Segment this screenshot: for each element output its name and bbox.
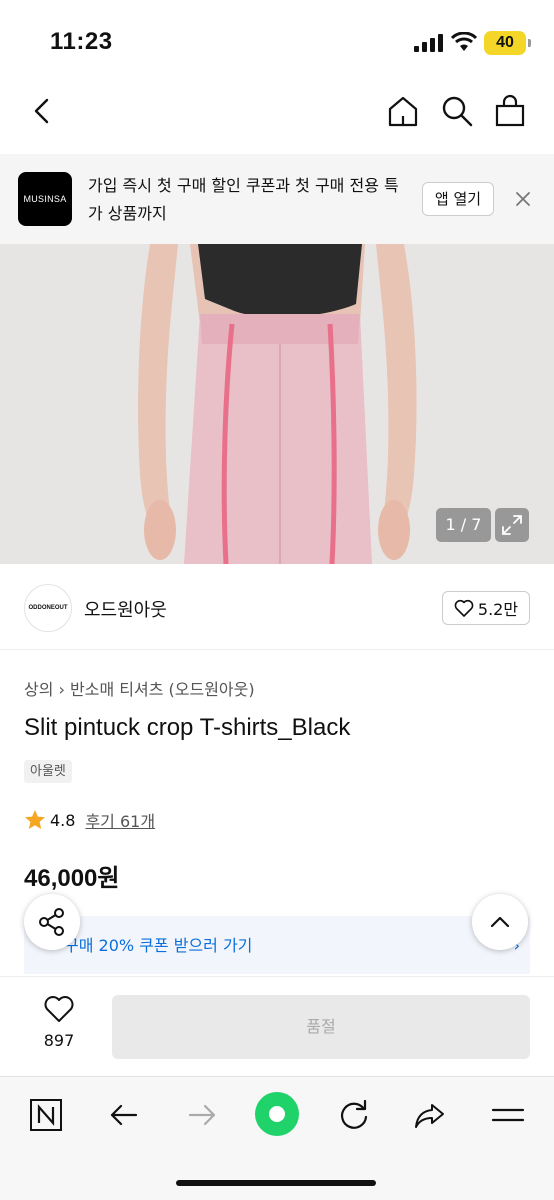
scroll-top-icon[interactable] bbox=[472, 894, 528, 950]
brand-logo[interactable]: ODDONEOUT bbox=[24, 584, 72, 632]
share-icon[interactable] bbox=[24, 894, 80, 950]
coupon-text: 구매 20% 쿠폰 받으러 가기 bbox=[64, 936, 253, 955]
battery-indicator: 40 bbox=[484, 31, 531, 55]
expand-icon[interactable] bbox=[495, 508, 529, 542]
brand-row: ODDONEOUT 오드원아웃 5.2만 bbox=[0, 580, 554, 650]
wishlist-button[interactable]: 897 bbox=[26, 995, 92, 1050]
nav-bar bbox=[0, 76, 554, 146]
banner-message: 가입 즉시 첫 구매 할인 쿠폰과 첫 구매 전용 특가 상품까지 bbox=[88, 176, 399, 223]
rating-row: 4.8 후기 61개 bbox=[24, 808, 155, 832]
back-arrow-icon[interactable] bbox=[106, 1097, 142, 1133]
heart-icon bbox=[454, 599, 474, 617]
menu-icon[interactable] bbox=[490, 1097, 526, 1133]
purchase-bar: 897 품절 bbox=[0, 976, 554, 1076]
shopping-bag-icon[interactable] bbox=[493, 94, 527, 128]
green-dot-icon[interactable] bbox=[254, 1091, 300, 1137]
home-indicator bbox=[176, 1180, 376, 1186]
share-arrow-icon[interactable] bbox=[412, 1097, 448, 1133]
wishlist-count: 897 bbox=[43, 1031, 75, 1050]
heart-icon bbox=[44, 996, 74, 1022]
breadcrumb-subcategory[interactable]: 반소매 티셔츠 (오드원아웃) bbox=[70, 680, 255, 699]
musinsa-logo: MUSINSA bbox=[18, 172, 72, 226]
review-link[interactable]: 후기 61개 bbox=[85, 808, 155, 832]
refresh-icon[interactable] bbox=[336, 1097, 372, 1133]
home-icon[interactable] bbox=[386, 94, 420, 128]
status-bar: 11:23 40 bbox=[0, 0, 554, 76]
app-install-banner: MUSINSA 가입 즉시 첫 구매 할인 쿠폰과 첫 구매 전용 특가 상품까… bbox=[0, 154, 554, 244]
wifi-icon bbox=[451, 32, 477, 51]
back-icon[interactable] bbox=[26, 94, 60, 128]
breadcrumb-category[interactable]: 상의 bbox=[24, 680, 53, 699]
brand-like-button[interactable]: 5.2만 bbox=[442, 591, 530, 625]
signal-icon bbox=[414, 34, 443, 52]
brand-like-count: 5.2만 bbox=[477, 600, 519, 619]
image-counter: 1 / 7 bbox=[436, 508, 491, 542]
status-time: 11:23 bbox=[50, 28, 113, 55]
search-icon[interactable] bbox=[440, 94, 474, 128]
chevron-right-icon: › bbox=[58, 680, 71, 699]
soldout-button[interactable]: 품절 bbox=[112, 995, 530, 1059]
rating-value: 4.8 bbox=[50, 810, 76, 830]
forward-arrow-icon[interactable] bbox=[184, 1097, 220, 1133]
product-price: 46,000원 bbox=[24, 865, 120, 892]
breadcrumb: 상의 › 반소매 티셔츠 (오드원아웃) bbox=[24, 676, 255, 700]
product-title: Slit pintuck crop T-shirts_Black bbox=[24, 714, 351, 741]
star-icon bbox=[25, 810, 45, 829]
close-icon[interactable] bbox=[512, 188, 534, 210]
outlet-tag: 아울렛 bbox=[24, 760, 72, 783]
coupon-banner[interactable]: 구매 20% 쿠폰 받으러 가기 › bbox=[24, 916, 530, 974]
open-app-button[interactable]: 앱 열기 bbox=[422, 182, 494, 216]
brand-name[interactable]: 오드원아웃 bbox=[84, 596, 167, 622]
naver-icon[interactable] bbox=[28, 1097, 64, 1133]
